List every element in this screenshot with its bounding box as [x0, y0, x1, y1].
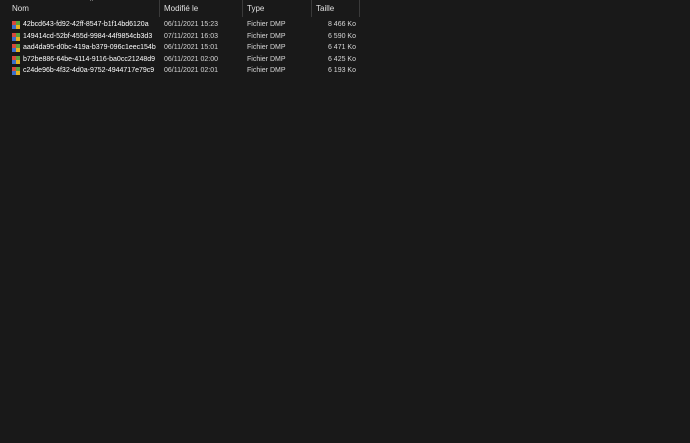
file-modified: 06/11/2021 02:01 — [164, 67, 218, 74]
file-name: 149414cd-52bf-455d-9984-44f9854cb3d3 — [23, 32, 153, 40]
dmp-file-icon — [12, 21, 20, 29]
column-header-modified-label: Modifié le — [164, 4, 199, 13]
file-modified: 06/11/2021 02:00 — [164, 55, 218, 63]
dmp-file-icon — [12, 67, 20, 75]
column-header-size[interactable]: Taille — [312, 0, 360, 17]
sort-ascending-icon: ^ — [90, 0, 93, 5]
file-row[interactable]: 42bcd643-fd92-42ff-8547-b1f14bd6120a 06/… — [8, 19, 360, 31]
file-type: Fichier DMP — [247, 21, 286, 28]
column-header-type[interactable]: Type — [243, 0, 312, 17]
column-header-size-label: Taille — [316, 4, 335, 13]
dmp-file-icon — [12, 44, 20, 52]
dmp-file-icon — [12, 32, 20, 41]
column-separator[interactable] — [359, 0, 360, 17]
file-size: 6 193 Ko — [327, 67, 356, 74]
dmp-file-icon — [12, 55, 20, 64]
file-name: b72be886-64be-4114-9116-ba0cc21248d9 — [23, 55, 156, 63]
column-header-name[interactable]: Nom ^ — [8, 0, 160, 17]
column-header-type-label: Type — [247, 4, 265, 13]
file-type: Fichier DMP — [247, 67, 286, 74]
file-size: 6 471 Ko — [327, 44, 356, 51]
file-type: Fichier DMP — [247, 55, 286, 63]
file-size: 6 590 Ko — [327, 32, 356, 40]
file-row[interactable]: aad4da95-d0bc-419a-b379-096c1eec154b 06/… — [8, 42, 360, 54]
file-modified: 06/11/2021 15:23 — [164, 21, 218, 28]
column-header-name-label: Nom — [12, 4, 29, 13]
column-header-modified[interactable]: Modifié le — [160, 0, 243, 17]
file-modified: 06/11/2021 15:01 — [164, 44, 218, 51]
file-size: 8 466 Ko — [327, 21, 356, 28]
file-type: Fichier DMP — [247, 44, 286, 51]
file-list-view: Nom ^ Modifié le Type Taille 42bcd643-fd… — [0, 0, 690, 443]
file-row[interactable]: 149414cd-52bf-455d-9984-44f9854cb3d3 07/… — [8, 31, 360, 43]
file-size: 6 425 Ko — [327, 55, 356, 63]
file-modified: 07/11/2021 16:03 — [164, 32, 218, 40]
file-rows: 42bcd643-fd92-42ff-8547-b1f14bd6120a 06/… — [8, 19, 360, 77]
file-type: Fichier DMP — [247, 32, 286, 40]
file-row[interactable]: b72be886-64be-4114-9116-ba0cc21248d9 06/… — [8, 54, 360, 66]
file-row[interactable]: c24de96b-4f32-4d0a-9752-4944717e79c9 06/… — [8, 65, 360, 77]
file-name: c24de96b-4f32-4d0a-9752-4944717e79c9 — [23, 67, 155, 74]
file-name: aad4da95-d0bc-419a-b379-096c1eec154b — [23, 44, 156, 51]
column-header-bar: Nom ^ Modifié le Type Taille — [0, 0, 360, 17]
file-name: 42bcd643-fd92-42ff-8547-b1f14bd6120a — [23, 21, 149, 28]
